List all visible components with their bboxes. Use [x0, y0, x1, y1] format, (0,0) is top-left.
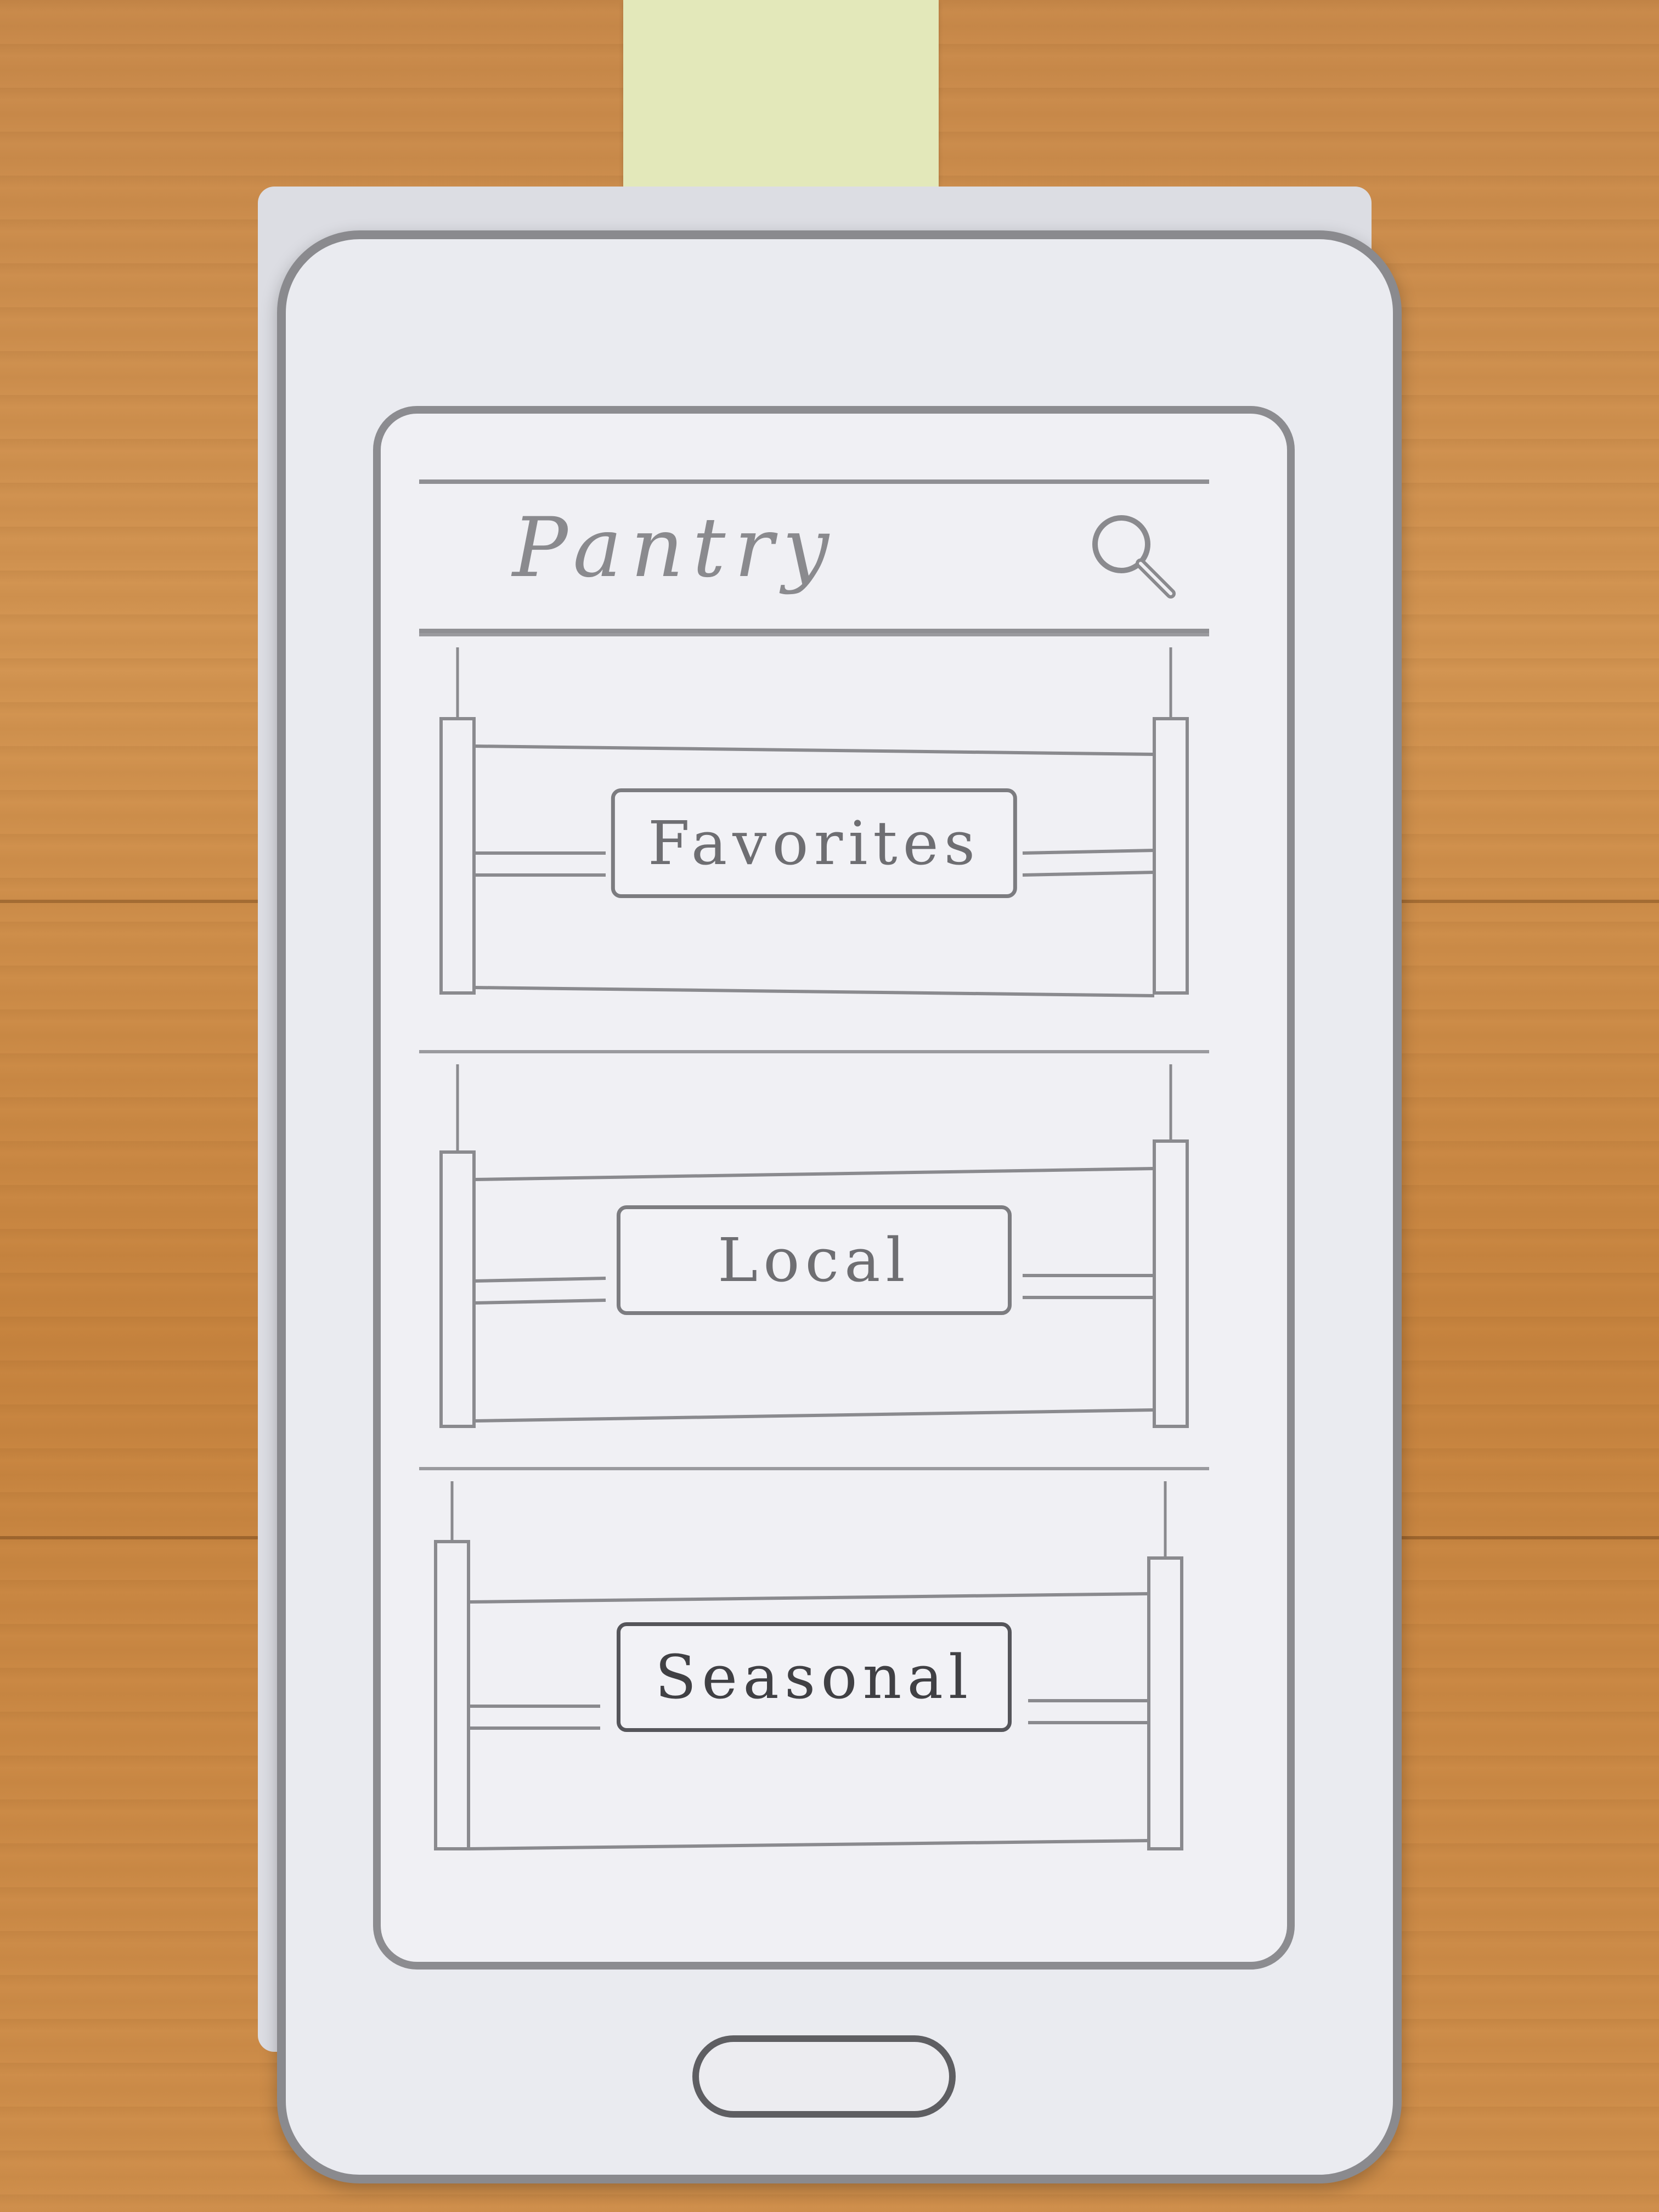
phone-screen: Pantry Favorites Local Seasonal	[373, 406, 1295, 1970]
app-title: Pantry	[512, 500, 838, 596]
shelf-favorites[interactable]: Favorites	[419, 633, 1209, 1050]
shelf-label-local[interactable]: Local	[617, 1205, 1012, 1315]
search-icon[interactable]	[1083, 506, 1182, 605]
shelf-local[interactable]: Local	[419, 1050, 1209, 1467]
shelf-seasonal[interactable]: Seasonal	[419, 1467, 1209, 1884]
home-button-icon[interactable]	[692, 2035, 956, 2118]
app-bar: Pantry	[419, 479, 1209, 633]
shelf-label-seasonal[interactable]: Seasonal	[617, 1622, 1012, 1732]
shelf-label-favorites[interactable]: Favorites	[611, 788, 1018, 898]
